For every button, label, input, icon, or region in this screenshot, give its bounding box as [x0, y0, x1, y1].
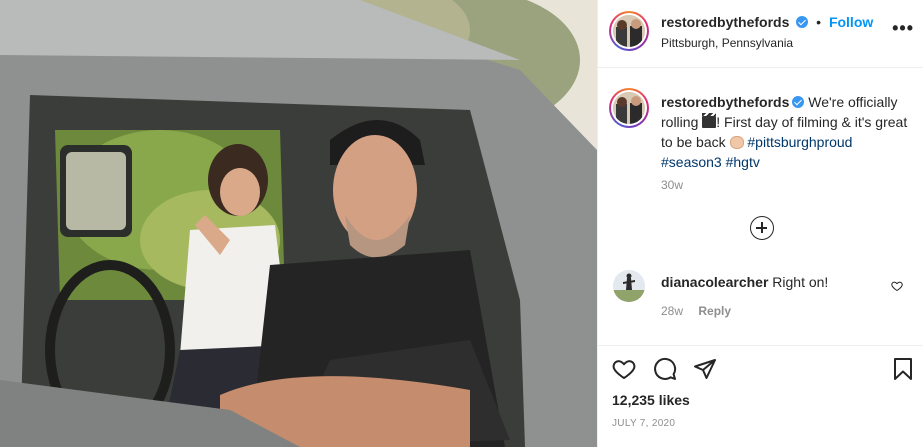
bookmark-icon[interactable]	[891, 357, 915, 384]
instagram-post: restoredbythefords • Follow Pittsburgh, …	[0, 0, 923, 447]
commenter-photo-icon	[613, 270, 645, 302]
post-actions: 12,235 likes JULY 7, 2020	[598, 345, 923, 447]
post-header: restoredbythefords • Follow Pittsburgh, …	[598, 0, 923, 68]
reply-button[interactable]: Reply	[698, 304, 731, 318]
plus-circle-icon[interactable]	[750, 216, 774, 240]
caption-timestamp[interactable]: 30w	[661, 178, 683, 192]
separator-dot: •	[816, 14, 822, 30]
clapper-board-emoji-icon	[702, 113, 717, 128]
fist-bump-emoji-icon	[729, 136, 744, 149]
comment-text: Right on!	[772, 274, 829, 290]
photo-illustration	[0, 0, 597, 447]
heart-icon[interactable]	[612, 357, 636, 384]
post-photo[interactable]	[0, 0, 597, 447]
verified-badge-icon	[792, 96, 805, 108]
commenter-avatar[interactable]	[613, 270, 645, 302]
header-title-line: restoredbythefords • Follow	[661, 14, 873, 30]
follow-button[interactable]: Follow	[829, 14, 873, 30]
post-sidebar: restoredbythefords • Follow Pittsburgh, …	[597, 0, 923, 447]
comment-timestamp[interactable]: 28w	[661, 304, 683, 318]
hashtag-link[interactable]: #pittsburghproud	[747, 134, 852, 150]
hashtag-link[interactable]: #season3	[661, 154, 722, 170]
hashtag-link[interactable]: #hgtv	[726, 154, 760, 170]
comment-username[interactable]: dianacolearcher	[661, 274, 768, 290]
caption-author-avatar[interactable]	[609, 88, 649, 128]
avatar-photo-icon	[613, 92, 645, 124]
avatar-photo-icon	[613, 15, 645, 47]
likes-count[interactable]: 12,235 likes	[612, 392, 690, 408]
author-avatar[interactable]	[609, 11, 649, 51]
more-options-icon[interactable]: •••	[892, 18, 914, 39]
verified-badge-icon	[796, 16, 809, 28]
post-date[interactable]: JULY 7, 2020	[612, 418, 675, 429]
paper-plane-icon[interactable]	[693, 357, 717, 384]
caption-username[interactable]: restoredbythefords	[661, 94, 789, 110]
comment-meta: 28w Reply	[661, 304, 731, 318]
author-username[interactable]: restoredbythefords	[661, 14, 789, 30]
comment-bubble-icon[interactable]	[653, 357, 677, 384]
comment-item: dianacolearcher Right on!	[661, 273, 891, 291]
post-caption: restoredbythefords We're officially roll…	[661, 92, 911, 172]
post-location[interactable]: Pittsburgh, Pennsylvania	[661, 36, 793, 50]
comment-like-heart-icon[interactable]	[891, 279, 903, 295]
